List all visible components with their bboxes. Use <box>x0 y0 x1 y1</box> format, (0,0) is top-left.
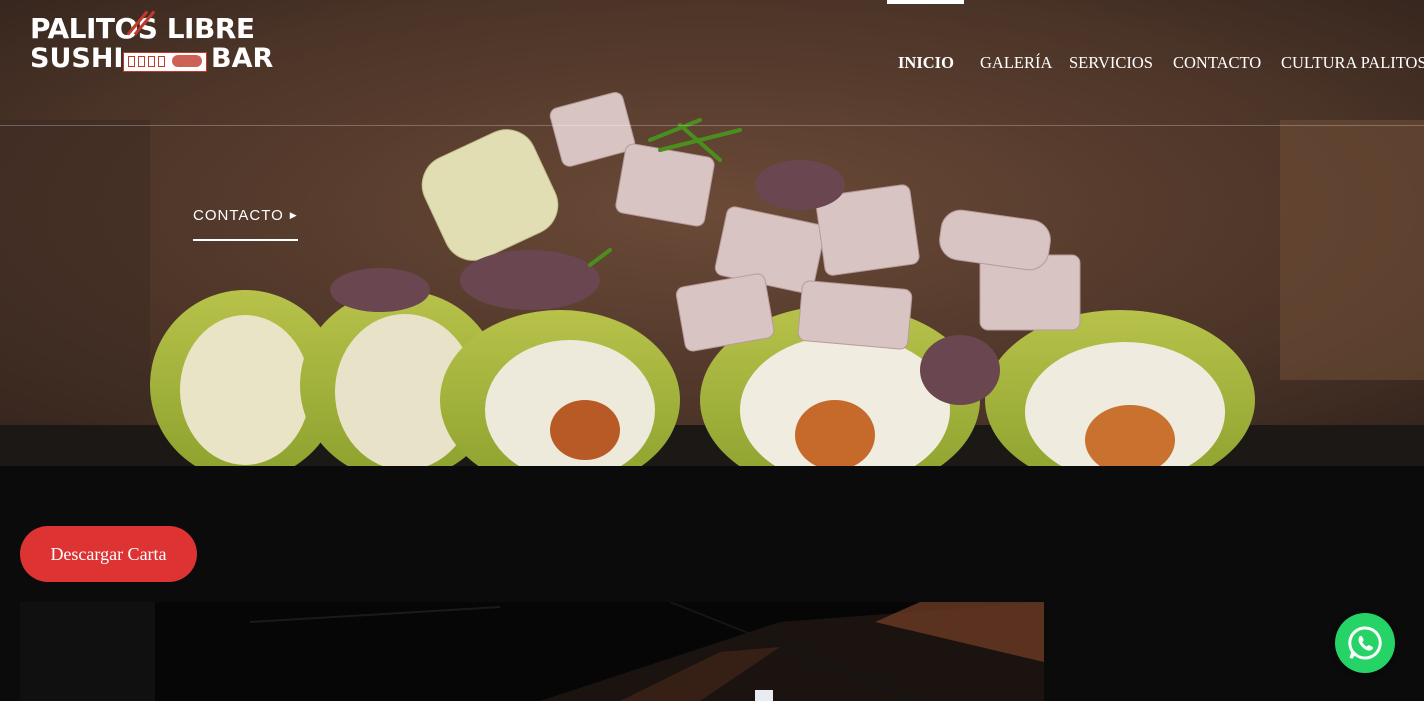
hero-contact-link[interactable]: CONTACTO ▶ <box>193 207 298 241</box>
whatsapp-icon <box>1348 626 1382 660</box>
nav-item-servicios[interactable]: SERVICIOS <box>1069 53 1153 73</box>
nav-item-cultura-palitos[interactable]: CULTURA PALITOS <box>1281 53 1424 73</box>
nav-item-inicio[interactable]: INICIO <box>898 53 954 73</box>
night-street-photo <box>20 602 1044 701</box>
active-nav-indicator <box>887 0 964 4</box>
hero-contact-label: CONTACTO <box>193 207 284 224</box>
whatsapp-button[interactable] <box>1335 613 1395 673</box>
nav-item-contacto[interactable]: CONTACTO <box>1173 53 1261 73</box>
main-navigation: INICIO GALERÍA SERVICIOS CONTACTO CULTUR… <box>0 0 1424 125</box>
nav-item-galeria[interactable]: GALERÍA <box>980 53 1052 73</box>
site-header: PALITOS LIBRE SUSHI BAR INICIO GALERÍA S… <box>0 0 1424 126</box>
triangle-right-icon: ▶ <box>289 210 298 220</box>
download-menu-button[interactable]: Descargar Carta <box>20 526 197 582</box>
